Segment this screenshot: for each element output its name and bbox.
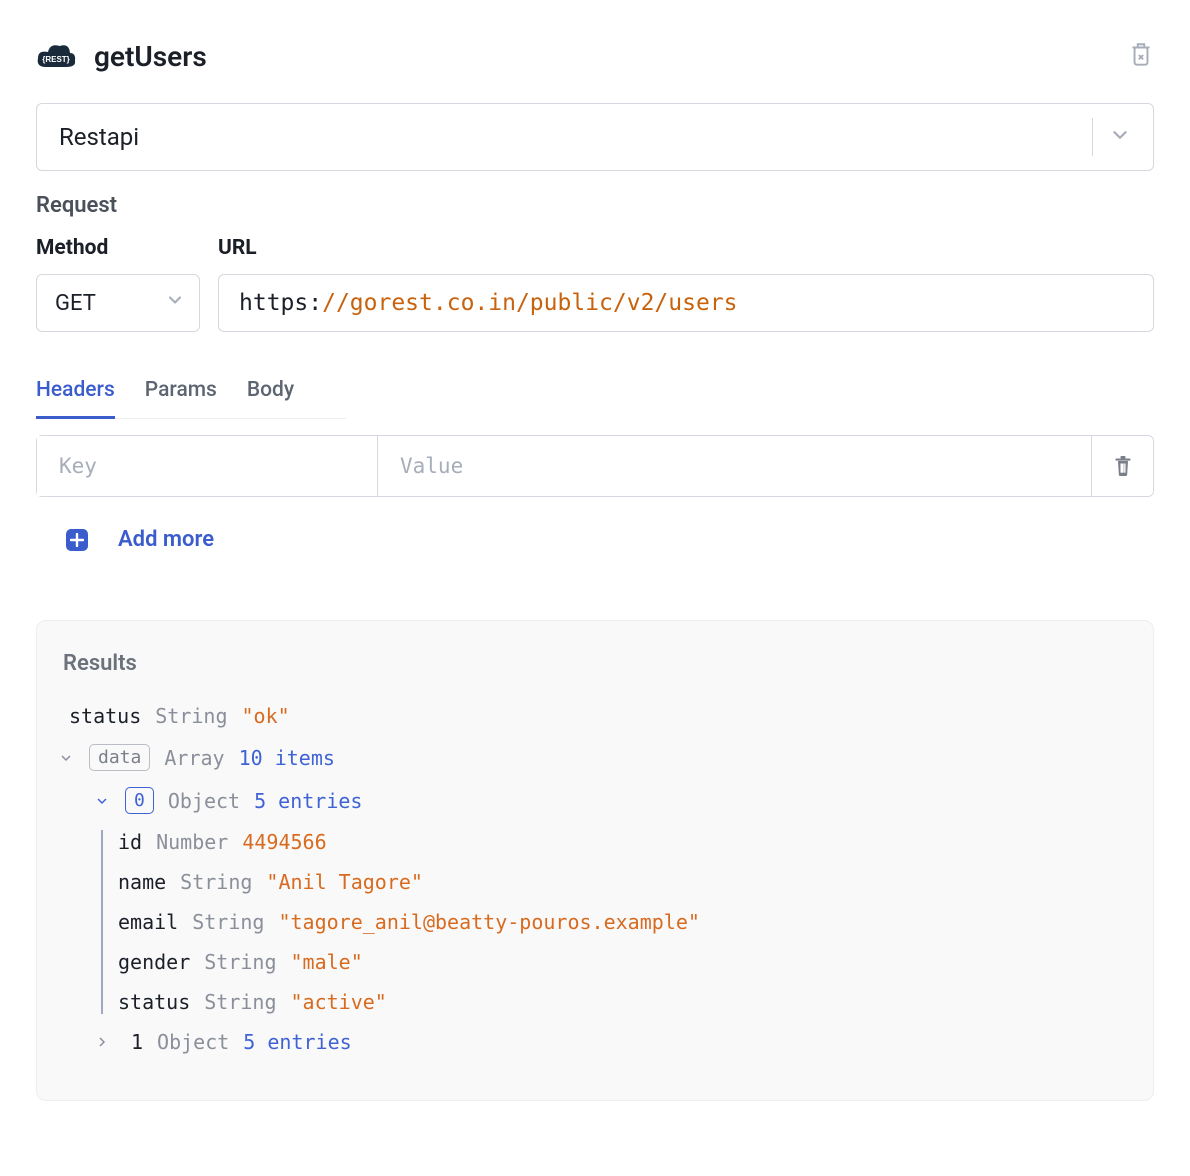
url-prefix: https: (239, 290, 322, 316)
add-more-label[interactable]: Add more (118, 527, 214, 552)
url-label: URL (218, 236, 1154, 260)
header-kv-row (36, 435, 1154, 497)
method-value: GET (55, 291, 96, 316)
result-count: 10 items (239, 746, 335, 770)
trash-icon[interactable] (1091, 436, 1153, 496)
index-badge: 0 (125, 787, 154, 814)
select-divider (1092, 118, 1093, 156)
result-type: Object (157, 1030, 229, 1054)
chevron-down-icon (1109, 124, 1131, 150)
tab-body[interactable]: Body (247, 378, 294, 418)
svg-text:{REST}: {REST} (42, 55, 70, 64)
url-path: //gorest.co.in/public/v2/users (322, 290, 737, 316)
method-label: Method (36, 236, 200, 260)
result-count: 5 entries (254, 789, 362, 813)
request-section-label: Request (36, 193, 1154, 218)
field-email: email String "tagore_anil@beatty-pouros.… (118, 910, 1127, 934)
result-status-row: status String "ok" (69, 704, 1127, 728)
result-key: status (69, 704, 141, 728)
header-key-input[interactable] (37, 436, 377, 496)
field-id: id Number 4494566 (118, 830, 1127, 854)
method-select[interactable]: GET (36, 274, 200, 332)
data-badge: data (89, 744, 150, 771)
caret-right-icon[interactable] (93, 1034, 111, 1050)
caret-down-icon[interactable] (57, 750, 75, 766)
tab-headers[interactable]: Headers (36, 378, 115, 419)
result-data-row[interactable]: data Array 10 items (57, 744, 1127, 771)
header-value-input[interactable] (378, 436, 1091, 496)
result-type: Array (164, 746, 224, 770)
index-label: 1 (125, 1030, 143, 1054)
results-title: Results (63, 651, 1127, 676)
result-count: 5 entries (243, 1030, 351, 1054)
result-type: Object (168, 789, 240, 813)
rest-api-icon: {REST} (36, 43, 76, 71)
result-item-1[interactable]: 1 Object 5 entries (93, 1030, 1127, 1054)
field-gender: gender String "male" (118, 950, 1127, 974)
datasource-select[interactable]: Restapi (36, 103, 1154, 171)
page-title: getUsers (94, 40, 207, 73)
caret-down-icon[interactable] (93, 793, 111, 809)
url-input[interactable]: https://gorest.co.in/public/v2/users (218, 274, 1154, 332)
delete-icon[interactable] (1128, 41, 1154, 73)
add-more-button[interactable] (66, 529, 88, 551)
datasource-value: Restapi (59, 123, 139, 151)
field-name: name String "Anil Tagore" (118, 870, 1127, 894)
tree-line (101, 830, 103, 1014)
tab-params[interactable]: Params (145, 378, 217, 418)
results-panel: Results status String "ok" data Array 10… (36, 620, 1154, 1101)
result-item-0[interactable]: 0 Object 5 entries (93, 787, 1127, 814)
result-type: String (155, 704, 227, 728)
result-value: "ok" (242, 704, 290, 728)
field-status: status String "active" (118, 990, 1127, 1014)
chevron-down-icon (165, 290, 185, 316)
